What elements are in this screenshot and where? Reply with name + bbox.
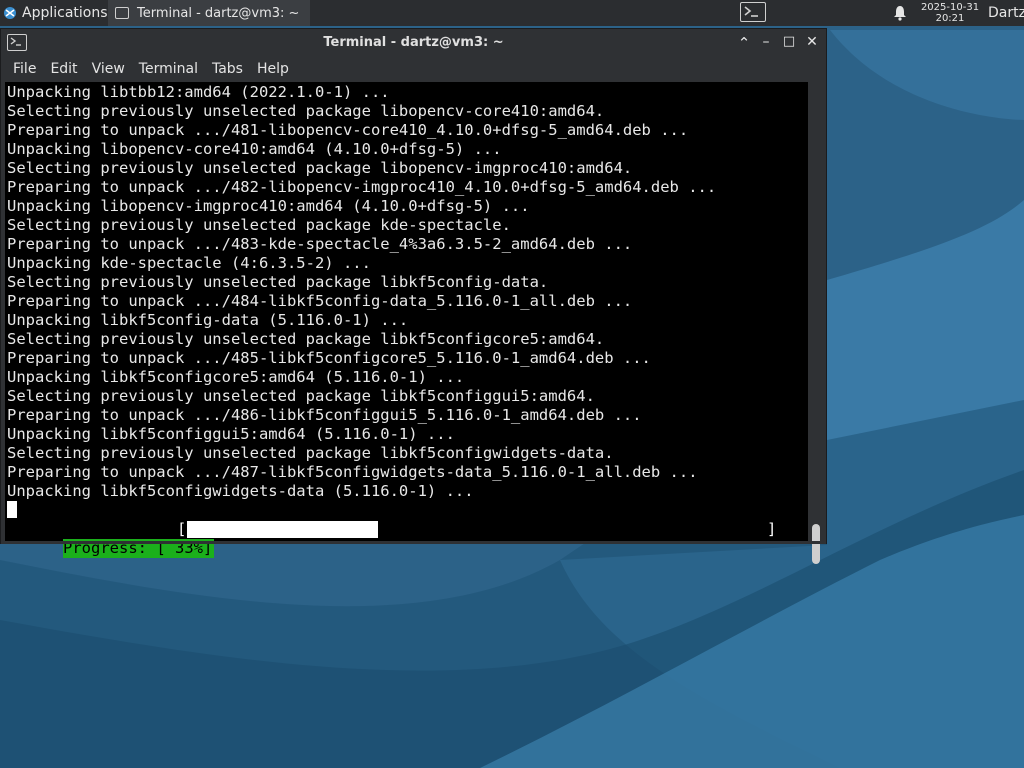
terminal-scrollbar[interactable]	[808, 82, 826, 564]
progress-bracket-left: [	[177, 520, 187, 538]
xfce-logo-icon	[4, 7, 16, 19]
terminal-launcher-icon[interactable]	[740, 2, 766, 22]
terminal-line: Preparing to unpack .../485-libkf5config…	[7, 349, 651, 367]
progress-bracket-right: ]	[767, 520, 777, 538]
terminal-line: Selecting previously unselected package …	[7, 216, 511, 234]
terminal-line: Unpacking kde-spectacle (4:6.3.5-2) ...	[7, 254, 371, 272]
shade-button[interactable]: ⌃	[736, 34, 752, 52]
menu-terminal[interactable]: Terminal	[132, 61, 205, 77]
terminal-cursor	[7, 501, 17, 518]
clock-time: 20:21	[935, 13, 965, 24]
terminal-lines: Unpacking libtbb12:amd64 (2022.1.0-1) ..…	[7, 83, 716, 501]
close-button[interactable]: ✕	[804, 34, 820, 50]
minimize-button[interactable]: –	[758, 34, 774, 50]
terminal-line: Unpacking libkf5configgui5:amd64 (5.116.…	[7, 425, 455, 443]
terminal-line: Unpacking libkf5config-data (5.116.0-1) …	[7, 311, 409, 329]
terminal-line: Preparing to unpack .../486-libkf5config…	[7, 406, 642, 424]
scrollbar-thumb[interactable]	[812, 524, 820, 564]
applications-menu-button[interactable]: Applications ☰	[0, 0, 121, 26]
window-bottom-border	[1, 541, 826, 544]
menu-edit[interactable]: Edit	[43, 61, 84, 77]
terminal-icon	[115, 7, 129, 19]
terminal-line: Preparing to unpack .../482-libopencv-im…	[7, 178, 717, 196]
top-panel: Applications ☰ Terminal - dartz@vm3: ~ 2…	[0, 0, 1024, 26]
progress-bar-fill	[187, 521, 378, 538]
taskbar-item-label: Terminal - dartz@vm3: ~	[137, 5, 300, 21]
clock-date: 2025-10-31	[920, 2, 980, 13]
terminal-line: Unpacking libopencv-core410:amd64 (4.10.…	[7, 140, 502, 158]
terminal-line: Preparing to unpack .../483-kde-spectacl…	[7, 235, 633, 253]
terminal-line: Preparing to unpack .../484-libkf5config…	[7, 292, 633, 310]
maximize-button[interactable]: □	[781, 34, 797, 50]
terminal-line: Selecting previously unselected package …	[7, 330, 605, 348]
terminal-window: Terminal - dartz@vm3: ~ ⌃ – □ ✕ File Edi…	[0, 28, 827, 564]
menu-help[interactable]: Help	[250, 61, 296, 77]
terminal-line: Selecting previously unselected package …	[7, 102, 605, 120]
terminal-line: Selecting previously unselected package …	[7, 444, 614, 462]
terminal-line: Unpacking libopencv-imgproc410:amd64 (4.…	[7, 197, 530, 215]
progress-row: Progress: [ 33%] [ ]	[7, 520, 805, 558]
terminal-line: Unpacking libkf5configcore5:amd64 (5.116…	[7, 368, 465, 386]
terminal-line: Preparing to unpack .../487-libkf5config…	[7, 463, 698, 481]
terminal-line: Unpacking libkf5configwidgets-data (5.11…	[7, 482, 474, 500]
applications-label: Applications	[22, 5, 108, 21]
menu-tabs[interactable]: Tabs	[205, 61, 250, 77]
terminal-line: Preparing to unpack .../481-libopencv-co…	[7, 121, 689, 139]
menu-view[interactable]: View	[85, 61, 132, 77]
clock[interactable]: 2025-10-31 20:21	[920, 2, 980, 24]
window-titlebar[interactable]: Terminal - dartz@vm3: ~ ⌃ – □ ✕	[1, 29, 826, 57]
terminal-output[interactable]: Unpacking libtbb12:amd64 (2022.1.0-1) ..…	[5, 82, 808, 558]
taskbar-item-terminal[interactable]: Terminal - dartz@vm3: ~	[108, 0, 310, 26]
terminal-line: Selecting previously unselected package …	[7, 159, 633, 177]
terminal-line: Selecting previously unselected package …	[7, 387, 595, 405]
window-title: Terminal - dartz@vm3: ~	[323, 35, 504, 50]
terminal-line: Selecting previously unselected package …	[7, 273, 549, 291]
menu-bar: File Edit View Terminal Tabs Help	[1, 57, 826, 81]
menu-file[interactable]: File	[6, 61, 43, 77]
notification-bell-icon[interactable]	[893, 5, 907, 21]
terminal-line: Unpacking libtbb12:amd64 (2022.1.0-1) ..…	[7, 83, 390, 101]
user-menu[interactable]: Dartz	[988, 0, 1024, 26]
